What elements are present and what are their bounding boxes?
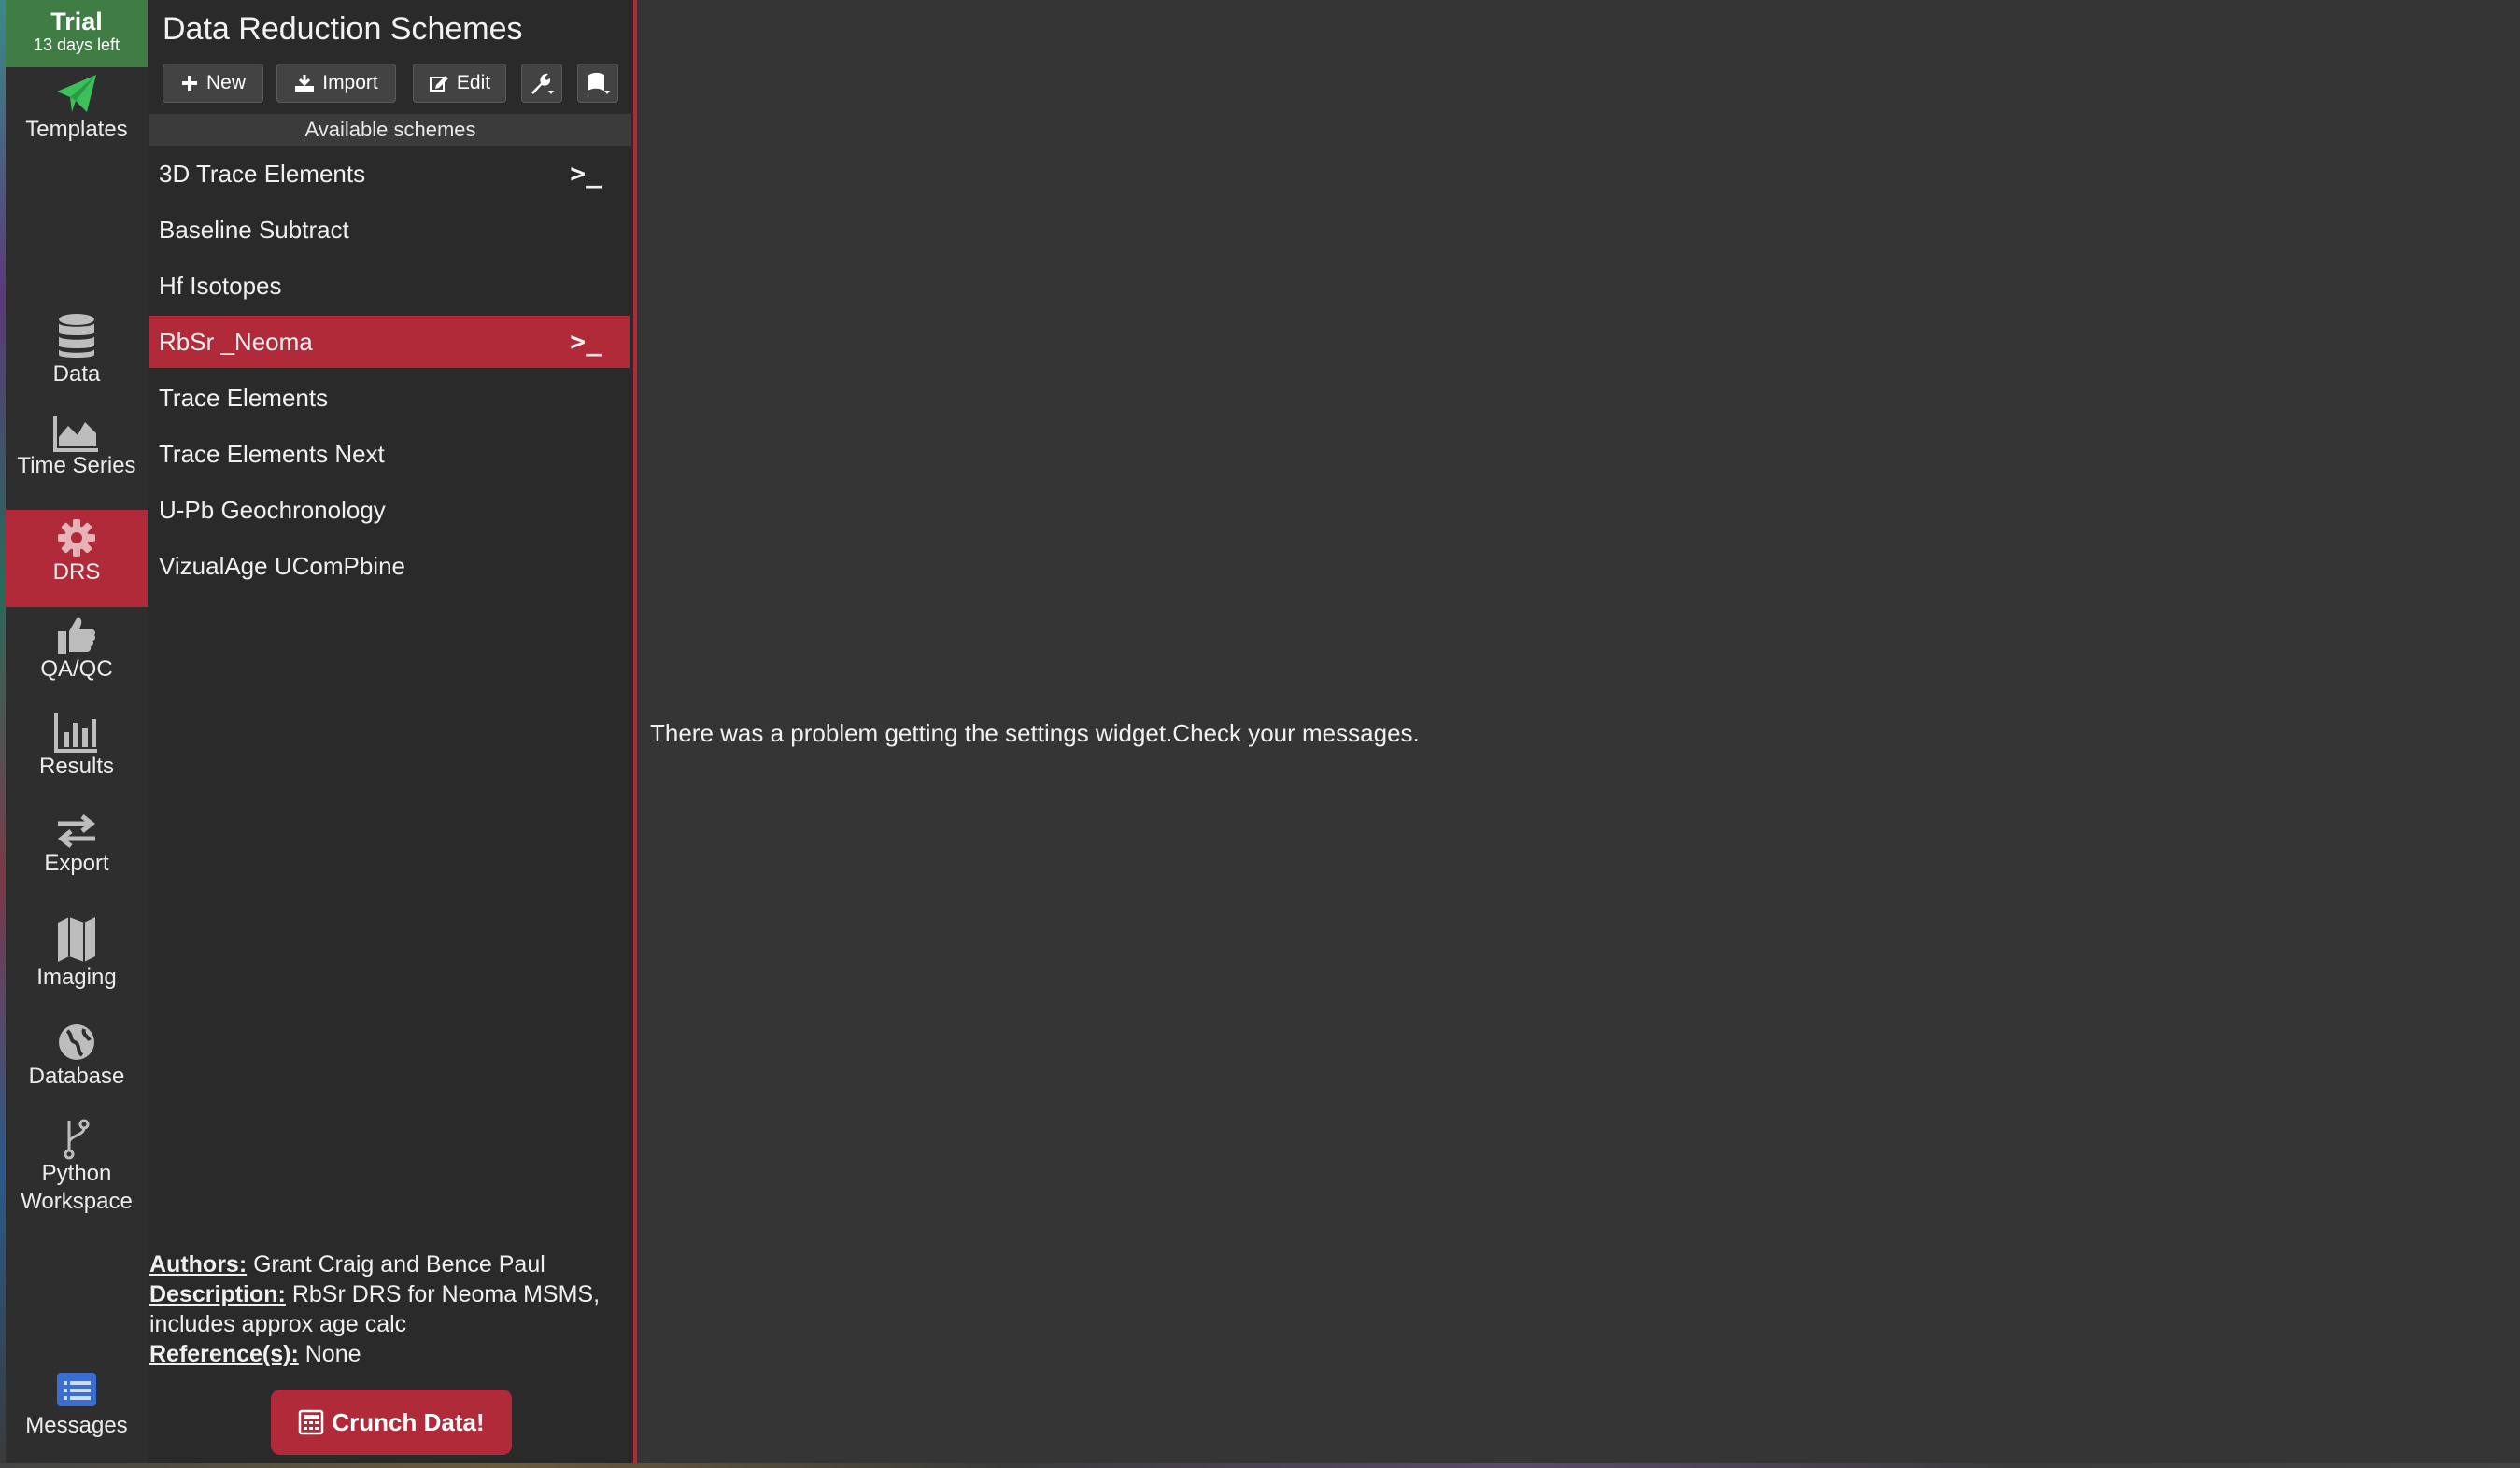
bar-chart-icon [54,713,97,753]
nav-python-label-2: Workspace [21,1189,133,1214]
terminal-prompt-icon[interactable]: >_ [570,316,602,368]
scheme-item[interactable]: Trace Elements [149,372,630,424]
thumbs-up-icon [58,617,96,654]
database-icon [59,314,94,358]
docs-dropdown-button[interactable] [577,64,618,103]
nav-time-series-label: Time Series [17,453,136,478]
book-icon [588,72,610,94]
scheme-panel: Data Reduction Schemes New Import Edit A… [149,0,631,1463]
left-nav: Trial 13 days left Templates Data Time S… [6,0,148,1463]
references-label: Reference(s): [149,1341,299,1367]
crunch-data-label: Crunch Data! [332,1407,485,1436]
scheme-item[interactable]: U-Pb Geochronology [149,484,630,536]
scheme-item-selected[interactable]: RbSr _Neoma >_ [149,316,630,368]
trial-label: Trial [50,7,103,35]
area-chart-icon [53,416,98,452]
nav-database-label: Database [28,1064,125,1089]
references-row: Reference(s): None [149,1339,631,1369]
scheme-label: 3D Trace Elements [159,160,366,188]
nav-drs-label: DRS [52,559,101,585]
references-value: None [304,1341,361,1367]
import-button-label: Import [322,72,378,93]
wrench-icon [531,73,554,94]
settings-area: There was a problem getting the settings… [637,0,2520,1463]
error-message: There was a problem getting the settings… [650,719,1420,747]
map-icon [58,917,95,962]
scheme-item[interactable]: 3D Trace Elements >_ [149,148,630,200]
nav-database[interactable]: Database [6,1022,148,1091]
nav-results-label: Results [38,754,115,779]
nav-drs[interactable]: DRS [6,510,148,607]
scheme-item[interactable]: VizualAge UComPbine [149,540,630,592]
scheme-label: Trace Elements [159,384,329,412]
scheme-label: VizualAge UComPbine [159,552,405,580]
scheme-label: Trace Elements Next [159,440,385,468]
nav-imaging[interactable]: Imaging [6,915,148,992]
description-row: Description: RbSr DRS for Neoma MSMS, in… [149,1279,631,1339]
gear-icon [58,519,95,557]
crunch-data-button[interactable]: Crunch Data! [271,1390,512,1455]
paper-plane-icon [57,75,96,112]
edit-icon [429,76,448,92]
nav-python-workspace[interactable]: Python Workspace [6,1119,148,1216]
edit-button[interactable]: Edit [413,64,506,103]
authors-row: Authors: Grant Craig and Bence Paul [149,1249,631,1279]
messages-list-icon [57,1373,96,1406]
scheme-item[interactable]: Baseline Subtract [149,204,630,256]
plus-icon [181,76,197,91]
nav-messages[interactable]: Messages [6,1371,148,1440]
scheme-label: RbSr _Neoma [159,328,313,356]
nav-messages-label: Messages [25,1413,128,1438]
desktop-edge-bottom [0,1463,2520,1468]
download-icon [295,75,315,92]
description-label: Description: [149,1281,286,1307]
exchange-arrows-icon [57,814,96,848]
nav-templates[interactable]: Templates [6,71,148,144]
new-button-label: New [205,72,246,93]
available-schemes-header: Available schemes [149,114,631,146]
import-button[interactable]: Import [276,64,396,103]
nav-qaqc[interactable]: QA/QC [6,614,148,684]
nav-data[interactable]: Data [6,312,148,388]
nav-qaqc-label: QA/QC [40,656,113,682]
edit-button-label: Edit [456,72,491,93]
panel-title: Data Reduction Schemes [163,11,523,47]
scheme-label: Baseline Subtract [159,216,349,244]
trial-days-left: 13 days left [33,35,120,54]
nav-time-series[interactable]: Time Series [6,415,148,480]
authors-label: Authors: [149,1251,248,1277]
scheme-item[interactable]: Trace Elements Next [149,428,630,480]
new-button[interactable]: New [163,64,263,103]
nav-export[interactable]: Export [6,812,148,878]
nav-results[interactable]: Results [6,712,148,781]
terminal-prompt-icon[interactable]: >_ [570,148,602,200]
nav-python-label-1: Python [41,1161,112,1186]
scheme-item[interactable]: Hf Isotopes [149,260,630,312]
nav-export-label: Export [44,851,109,876]
calculator-icon [299,1409,324,1435]
authors-value: Grant Craig and Bence Paul [253,1251,545,1277]
globe-icon [59,1024,94,1060]
nav-templates-label: Templates [25,117,128,142]
trial-badge[interactable]: Trial 13 days left [6,0,148,67]
git-branch-icon [64,1119,90,1160]
tools-dropdown-button[interactable] [521,64,562,103]
nav-data-label: Data [52,361,101,387]
scheme-label: U-Pb Geochronology [159,496,386,524]
scheme-label: Hf Isotopes [159,272,282,300]
scheme-info: Authors: Grant Craig and Bence Paul Desc… [149,1249,631,1369]
nav-imaging-label: Imaging [36,965,117,990]
